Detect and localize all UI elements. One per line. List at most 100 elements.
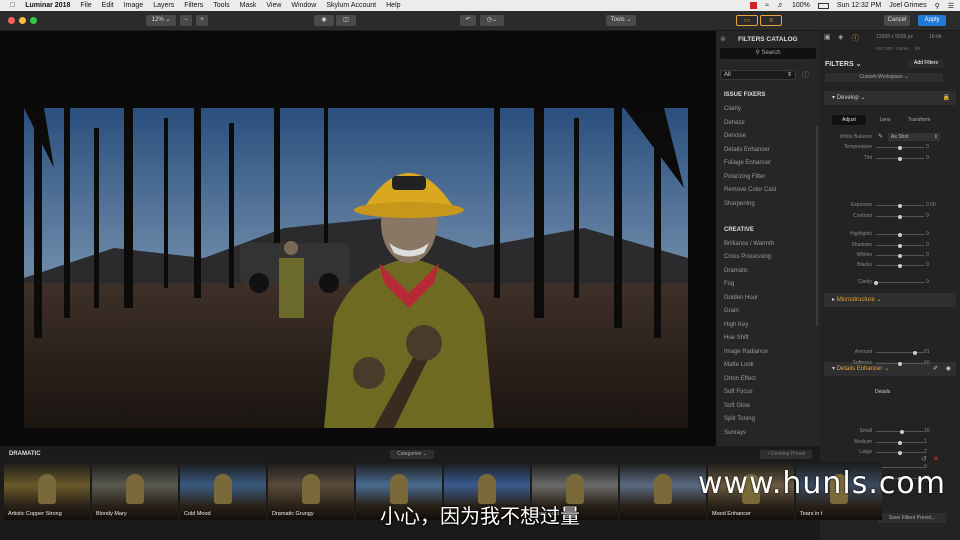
info-circle-icon[interactable]: ⓘ: [852, 33, 859, 43]
minimize-window-icon[interactable]: [19, 17, 26, 24]
catalog-item-dramatic[interactable]: Dramatic: [724, 268, 748, 274]
develop-tint-slider-handle[interactable]: [898, 156, 902, 161]
micro-softness-slider[interactable]: [876, 361, 924, 366]
menu-app[interactable]: Luminar 2018: [25, 2, 70, 9]
status-red-icon[interactable]: [750, 2, 758, 9]
catalog-item-grain[interactable]: Grain: [724, 308, 739, 314]
apple-icon[interactable]: : [10, 2, 15, 9]
workspace-select[interactable]: Custom Workspace ⌄: [825, 73, 943, 82]
catalog-item-brilliance-warmth[interactable]: Brilliance / Warmth: [724, 241, 774, 247]
menu-edit[interactable]: Edit: [102, 2, 114, 9]
develop-whites-slider[interactable]: [876, 253, 924, 258]
develop-whites-slider-handle[interactable]: [898, 253, 902, 258]
menu-view[interactable]: View: [266, 2, 281, 9]
lock-icon[interactable]: 🔒: [943, 91, 950, 105]
develop-temperature-slider[interactable]: [876, 145, 924, 150]
catalog-item-remove-color-cast[interactable]: Remove Color Cast: [724, 187, 776, 193]
catalog-item-polarizing-filter[interactable]: Polarizing Filter: [724, 174, 765, 180]
delete-filter-icon[interactable]: ✕: [933, 455, 939, 463]
menu-list-icon[interactable]: ☰: [948, 2, 954, 10]
layers-icon[interactable]: ▭: [736, 15, 758, 26]
tools-button[interactable]: Tools ⌄: [606, 15, 636, 26]
develop-clarity-slider[interactable]: [874, 280, 924, 285]
zoom-window-icon[interactable]: [30, 17, 37, 24]
catalog-item-soft-focus[interactable]: Soft Focus: [724, 389, 753, 395]
catalog-item-split-toning[interactable]: Split Toning: [724, 416, 755, 422]
menu-mask[interactable]: Mask: [240, 2, 257, 9]
catalog-item-fog[interactable]: Fog: [724, 281, 734, 287]
info-icon[interactable]: ⓘ: [802, 70, 809, 80]
catalog-item-golden-hour[interactable]: Golden Hour: [724, 295, 758, 301]
catalog-item-cross-processing[interactable]: Cross Processing: [724, 254, 771, 260]
details-small-slider-handle[interactable]: [900, 429, 905, 434]
volume-icon[interactable]: ♬: [777, 2, 784, 9]
catalog-item-sunrays[interactable]: Sunrays: [724, 430, 746, 436]
history-icon[interactable]: ◷⌄: [480, 15, 504, 26]
compare-icon[interactable]: ◫: [336, 15, 356, 26]
menu-skylum-account[interactable]: Skylum Account: [326, 2, 376, 9]
reset-icon[interactable]: ↺: [921, 455, 927, 463]
develop-shadows-slider-handle[interactable]: [898, 243, 902, 248]
zoom-select[interactable]: 12% ⌄: [146, 15, 176, 26]
cancel-button[interactable]: Cancel: [884, 15, 910, 26]
clock[interactable]: Sun 12:32 PM: [837, 2, 881, 9]
catalog-item-matte-look[interactable]: Matte Look: [724, 362, 754, 368]
develop-blacks-slider-handle[interactable]: [898, 263, 902, 268]
develop-shadows-slider[interactable]: [876, 243, 924, 248]
menu-layers[interactable]: Layers: [153, 2, 174, 9]
details-large-slider[interactable]: [876, 450, 924, 455]
catalog-item-clarity[interactable]: Clarity: [724, 106, 741, 112]
catalog-item-foliage-enhancer[interactable]: Foliage Enhancer: [724, 160, 771, 166]
catalog-item-soft-glow[interactable]: Soft Glow: [724, 403, 750, 409]
tab-transform[interactable]: Transform: [902, 115, 936, 125]
menu-tools[interactable]: Tools: [213, 2, 229, 9]
catalog-item-hue-shift[interactable]: Hue Shift: [724, 335, 749, 341]
tab-adjust[interactable]: Adjust: [832, 115, 866, 125]
catalog-item-orton-effect[interactable]: Orton Effect: [724, 376, 756, 382]
details-medium-slider-handle[interactable]: [898, 440, 902, 445]
micro-amount-slider-handle[interactable]: [912, 350, 917, 355]
menu-filters[interactable]: Filters: [184, 2, 203, 9]
microstructure-header[interactable]: ▸ Microstructure ⌄: [824, 293, 956, 307]
develop-highlights-slider[interactable]: [876, 232, 924, 237]
filters-sliders-icon[interactable]: ≡: [760, 15, 782, 26]
catalog-item-details-enhancer[interactable]: Details Enhancer: [724, 147, 770, 153]
menu-file[interactable]: File: [80, 2, 91, 9]
eyedropper-icon[interactable]: ✎: [878, 133, 883, 140]
develop-highlights-slider-handle[interactable]: [898, 232, 902, 237]
search-icon[interactable]: ⚲: [935, 2, 940, 10]
menu-window[interactable]: Window: [291, 2, 316, 9]
eye-icon[interactable]: ◉: [314, 15, 334, 26]
catalog-scrollbar[interactable]: [816, 126, 818, 326]
tab-lens[interactable]: Lens: [870, 115, 900, 125]
details-medium-slider[interactable]: [876, 440, 924, 445]
photo[interactable]: [24, 108, 688, 428]
menu-help[interactable]: Help: [386, 2, 400, 9]
develop-exposure-slider[interactable]: [876, 203, 924, 208]
filters-title[interactable]: FILTERS ⌄: [825, 60, 861, 68]
battery-icon[interactable]: [817, 2, 829, 9]
develop-contrast-slider-handle[interactable]: [898, 214, 902, 219]
catalog-search-input[interactable]: ⚲ Search: [720, 48, 816, 59]
visibility-eye-icon[interactable]: ◉: [946, 362, 951, 376]
micro-softness-slider-handle[interactable]: [898, 361, 902, 366]
close-window-icon[interactable]: [8, 17, 15, 24]
catalog-item-sharpening[interactable]: Sharpening: [724, 201, 755, 207]
develop-preset-button[interactable]: + Develop Preset: [760, 450, 812, 459]
brush-icon[interactable]: ✐: [933, 362, 938, 376]
develop-header[interactable]: ▾ Develop ⌄ 🔒: [824, 91, 956, 105]
user-name[interactable]: Joel Grimes: [889, 2, 926, 9]
develop-exposure-slider-handle[interactable]: [898, 203, 902, 208]
catalog-item-high-key[interactable]: High Key: [724, 322, 748, 328]
add-filters-button[interactable]: Add Filters: [908, 59, 944, 68]
categories-select[interactable]: Categories ⌄: [390, 450, 434, 459]
develop-clarity-slider-handle[interactable]: [874, 280, 878, 285]
catalog-item-denoise[interactable]: Denoise: [724, 133, 746, 139]
catalog-item-dehaze[interactable]: Dehaze: [724, 120, 745, 126]
apply-button[interactable]: Apply: [918, 15, 946, 26]
layers-stack-icon[interactable]: ◈: [838, 33, 843, 41]
undo-icon[interactable]: ↶: [460, 15, 476, 26]
develop-temperature-slider-handle[interactable]: [898, 145, 902, 150]
image-icon[interactable]: ▣: [824, 33, 831, 41]
zoom-in-button[interactable]: +: [196, 15, 208, 26]
